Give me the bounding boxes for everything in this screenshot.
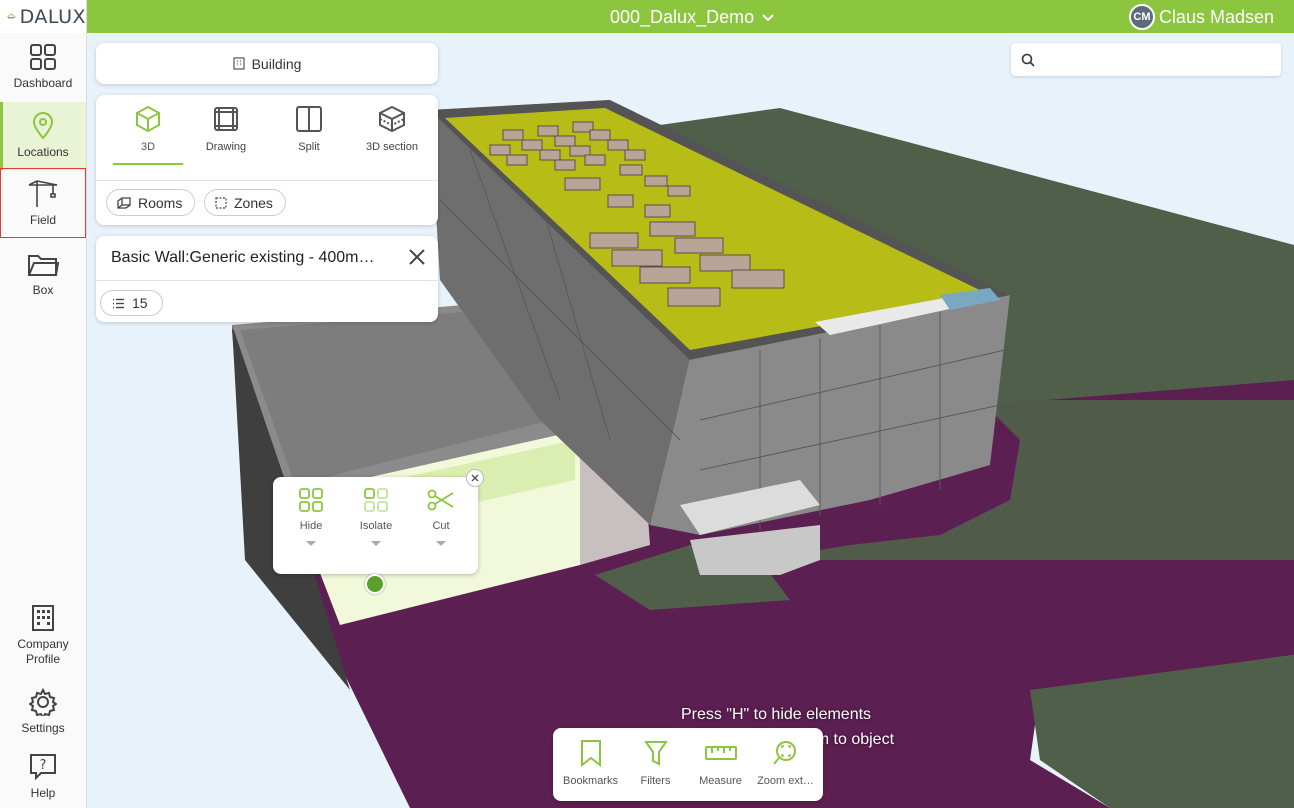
sidebar-item-box[interactable]: Box (0, 240, 86, 308)
section-cube-icon (379, 105, 405, 133)
search-icon (1021, 53, 1035, 67)
tab-label: Drawing (205, 141, 247, 153)
project-title: 000_Dalux_Demo (610, 7, 755, 27)
avatar: CM (1128, 4, 1155, 30)
element-info-panel: Basic Wall:Generic existing - 400m… 15 (96, 236, 438, 322)
bookmark-icon (580, 740, 601, 767)
split-icon (296, 106, 322, 132)
close-popup-button[interactable] (466, 469, 484, 487)
sidebar-item-label: Settings (21, 721, 65, 735)
caret-down-icon[interactable] (371, 541, 381, 546)
bottom-toolbar: Bookmarks Filters Measure Zoom ext… (553, 728, 823, 801)
close-icon[interactable] (408, 248, 426, 266)
hide-button[interactable]: Hide (281, 487, 341, 546)
sidebar-item-field[interactable]: Field (0, 168, 86, 238)
filter-icon (643, 741, 668, 766)
sidebar-item-label: Dashboard (13, 76, 73, 90)
rooms-label: Rooms (138, 194, 183, 211)
divider (96, 180, 438, 181)
element-title: Basic Wall:Generic existing - 400m… (111, 249, 375, 266)
cut-button[interactable]: Cut (411, 487, 471, 546)
project-selector[interactable]: 000_Dalux_Demo (610, 7, 774, 28)
filters-button[interactable]: Filters (623, 739, 688, 787)
svg-text:?: ? (40, 758, 47, 773)
sidebar-item-label: Help (30, 786, 56, 800)
ruler-icon (704, 746, 737, 760)
measure-label: Measure (699, 775, 742, 787)
hint-hide: Press "H" to hide elements (680, 706, 872, 723)
drawing-icon (214, 107, 238, 131)
close-icon (471, 474, 479, 482)
sidebar: DALUX Dashboard Locations Field Box Comp… (0, 0, 87, 808)
cube-icon (136, 105, 160, 133)
building-selector[interactable]: Building (96, 43, 438, 84)
element-context-menu: Hide Isolate Cut (273, 477, 478, 574)
rooms-chip[interactable]: Rooms (106, 189, 196, 216)
sidebar-item-locations[interactable]: Locations (0, 102, 86, 170)
top-bar: 000_Dalux_Demo CM Claus Madsen (87, 0, 1294, 33)
sidebar-item-settings[interactable]: Settings (0, 678, 86, 746)
chevron-down-icon (762, 13, 774, 21)
sidebar-item-label: Locations (17, 145, 69, 159)
isolate-icon (364, 488, 388, 512)
divider (96, 280, 438, 281)
tab-3d[interactable]: 3D (113, 105, 183, 165)
logo-text: DALUX (19, 5, 86, 28)
user-name: Claus Madsen (1158, 6, 1274, 27)
bookmarks-label: Bookmarks (562, 775, 619, 787)
user-menu[interactable]: CM Claus Madsen (1128, 4, 1274, 30)
sidebar-item-company-profile[interactable]: Company Profile (0, 600, 86, 670)
tab-label: 3D (140, 141, 156, 153)
sidebar-item-label: Field (29, 213, 56, 227)
zoom-extents-label: Zoom ext… (757, 775, 814, 787)
caret-down-icon[interactable] (306, 541, 316, 546)
tab-3d-section[interactable]: 3D section (357, 105, 427, 165)
zoom-extents-icon (772, 741, 796, 765)
folder-icon (28, 255, 59, 276)
help-icon: ? (30, 754, 56, 781)
house-logo-icon (6, 12, 17, 18)
sidebar-item-label: Company Profile (17, 636, 69, 666)
measure-button[interactable]: Measure (688, 739, 753, 787)
search-box[interactable] (1011, 43, 1281, 76)
selection-marker[interactable] (365, 574, 385, 594)
crane-icon (28, 180, 58, 207)
dashboard-grid-icon (30, 44, 56, 70)
isolate-button[interactable]: Isolate (346, 487, 406, 546)
dalux-logo[interactable]: DALUX (0, 0, 86, 33)
search-input[interactable] (1043, 51, 1263, 68)
isolate-label: Isolate (359, 520, 393, 532)
properties-count: 15 (132, 295, 148, 311)
building-icon (232, 57, 245, 70)
hide-label: Hide (299, 520, 323, 532)
gear-icon (29, 688, 57, 716)
rooms-icon (117, 196, 131, 209)
cut-label: Cut (432, 520, 450, 532)
zoom-extents-button[interactable]: Zoom ext… (753, 739, 818, 787)
caret-down-icon[interactable] (436, 541, 446, 546)
zones-label: Zones (234, 194, 273, 211)
bookmarks-button[interactable]: Bookmarks (558, 739, 623, 787)
properties-count-chip[interactable]: 15 (100, 290, 163, 316)
list-icon (113, 298, 124, 308)
location-pin-icon (32, 112, 54, 140)
sidebar-item-dashboard[interactable]: Dashboard (0, 33, 86, 101)
view-mode-panel: 3D Drawing Split 3D section Rooms Zones (96, 95, 438, 225)
scissors-icon (427, 489, 454, 511)
filters-label: Filters (640, 775, 671, 787)
zones-icon (215, 196, 227, 209)
sidebar-item-label: Box (32, 283, 54, 297)
tab-label: 3D section (366, 141, 418, 153)
building-label: Building (251, 55, 302, 72)
tab-drawing[interactable]: Drawing (191, 105, 261, 165)
hide-icon (299, 488, 323, 512)
zones-chip[interactable]: Zones (204, 189, 286, 216)
tab-label: Split (298, 141, 320, 153)
tab-split[interactable]: Split (274, 105, 344, 165)
building-icon (32, 604, 54, 631)
sidebar-item-help[interactable]: ? Help (0, 746, 86, 808)
